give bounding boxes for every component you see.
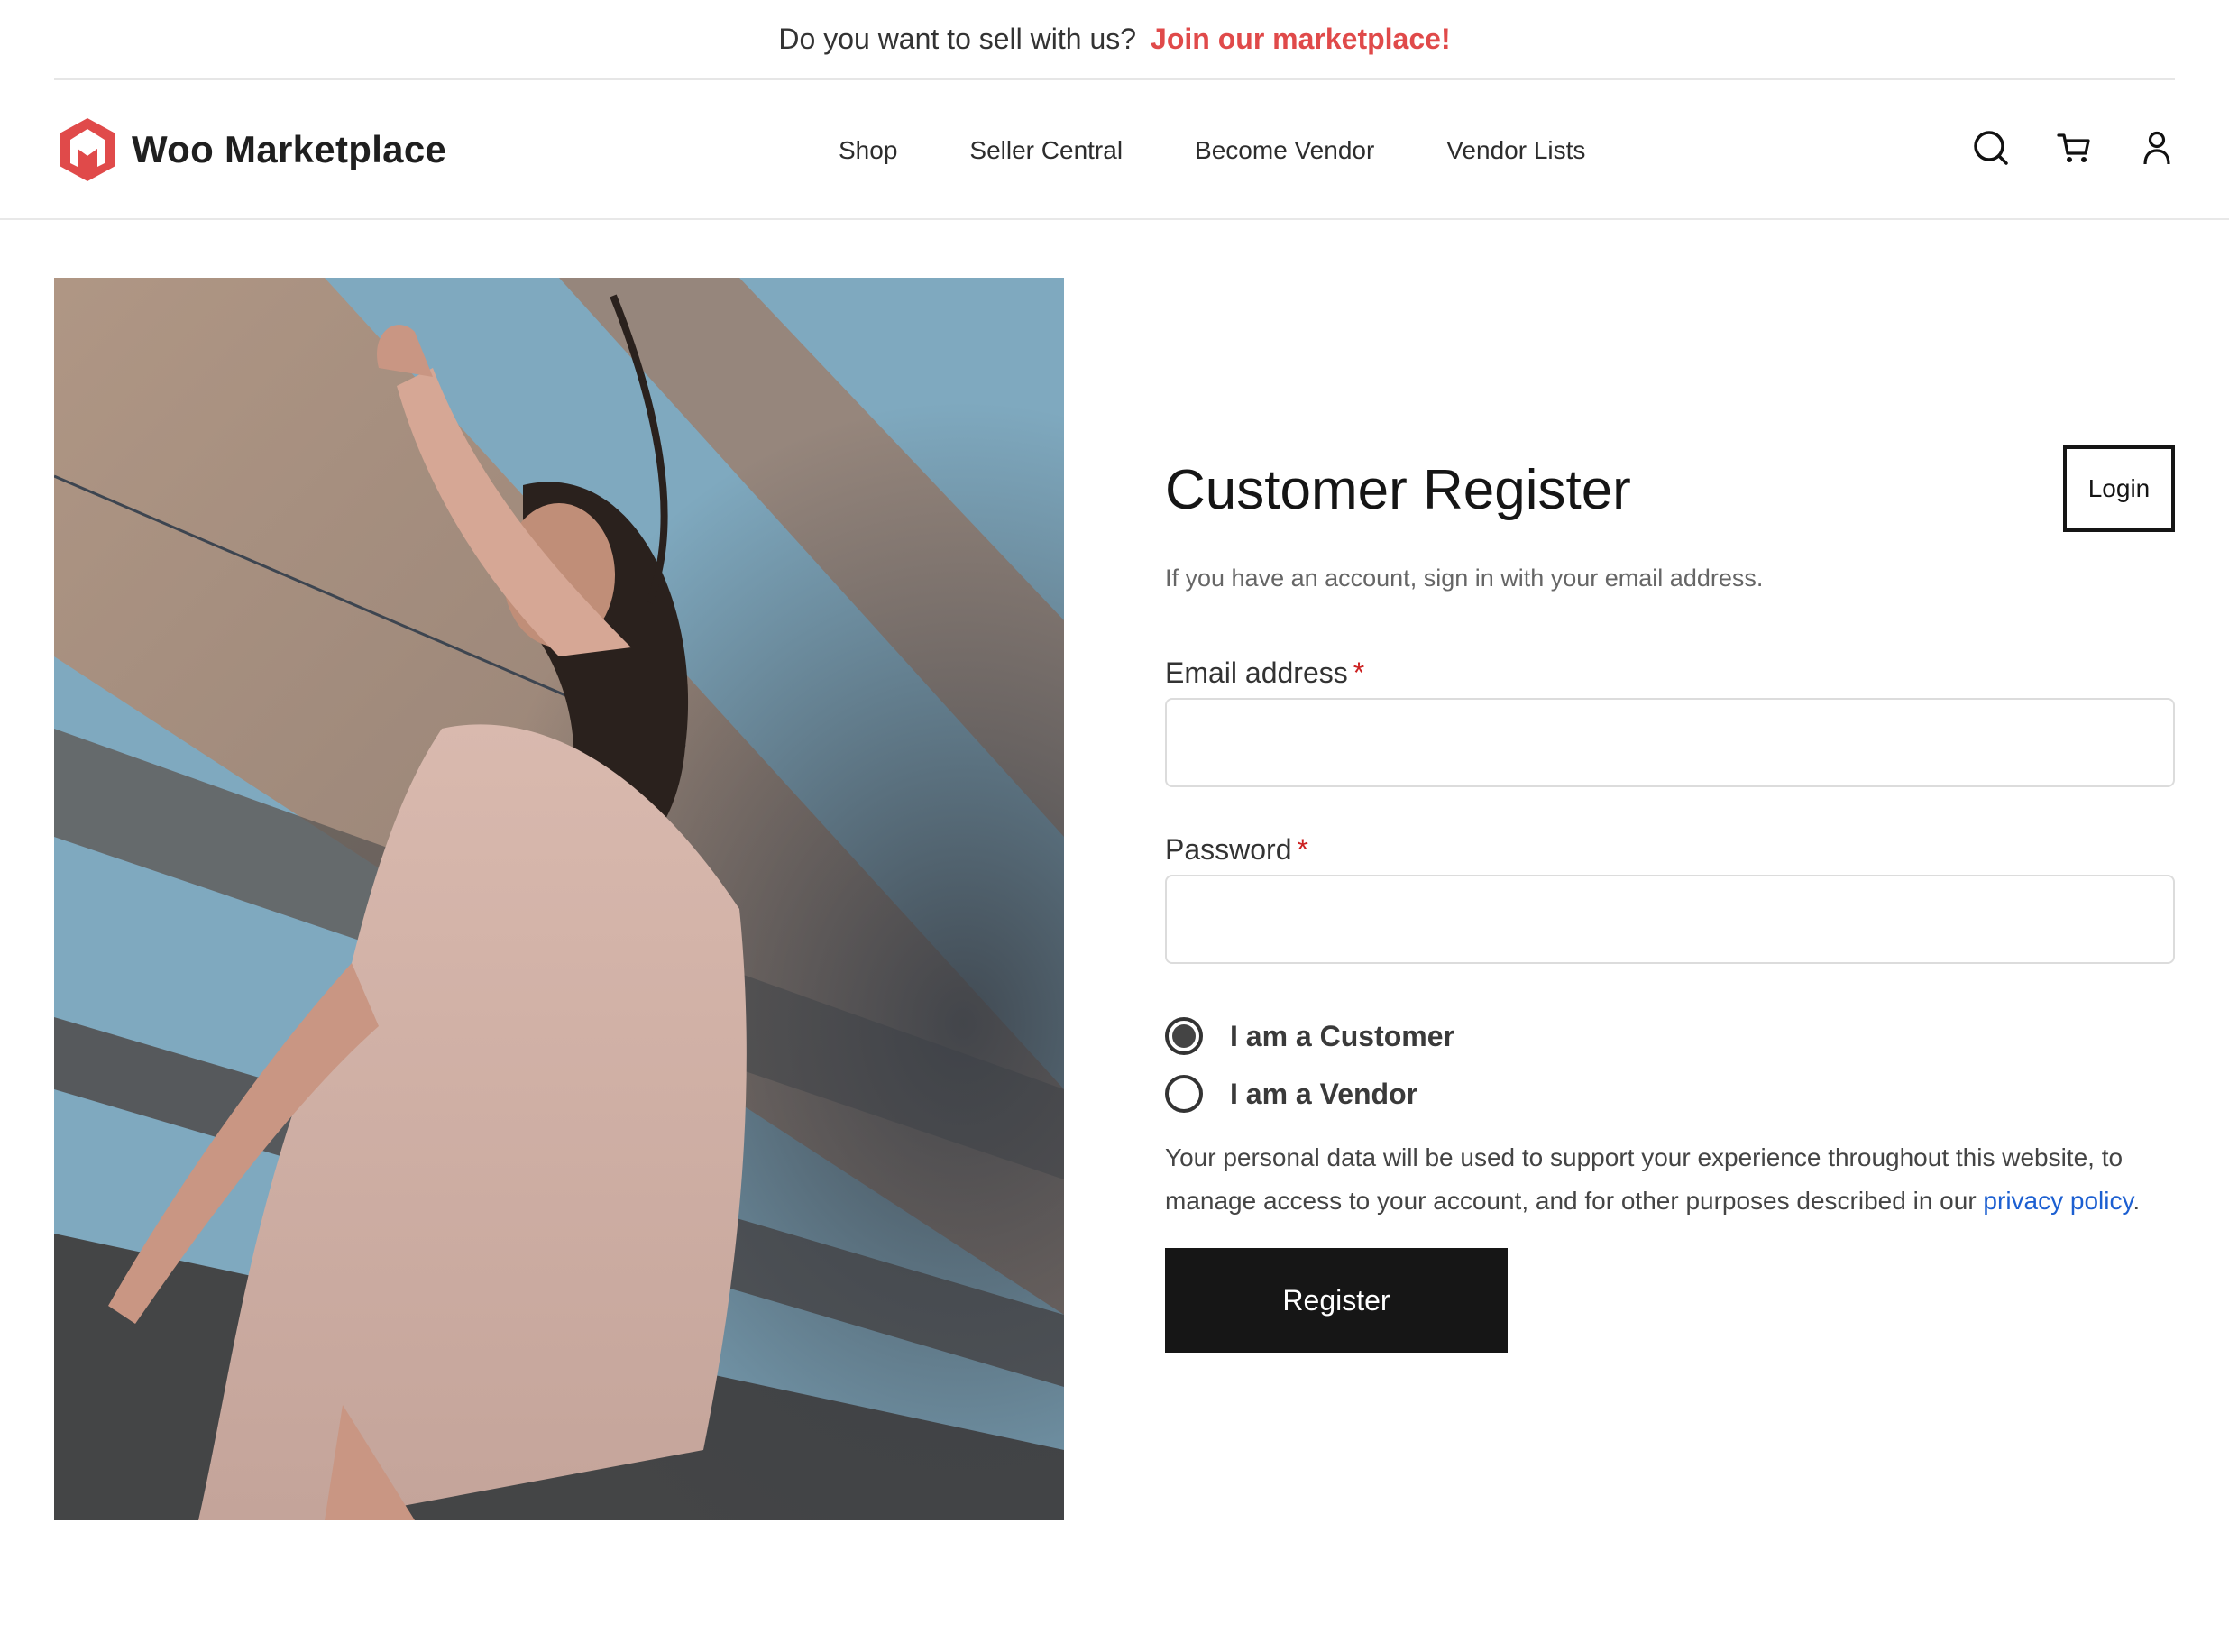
page-subtitle: If you have an account, sign in with you… [1165,564,1764,592]
nav-vendor-lists[interactable]: Vendor Lists [1446,136,1585,165]
page-title: Customer Register [1165,459,1631,521]
privacy-notice: Your personal data will be used to suppo… [1165,1136,2175,1223]
join-marketplace-link[interactable]: Join our marketplace! [1151,23,1451,56]
radio-selected-dot [1172,1024,1196,1048]
nav-shop[interactable]: Shop [839,136,897,165]
role-vendor-option[interactable]: I am a Vendor [1165,1075,1417,1113]
logo[interactable]: Woo Marketplace [58,116,446,183]
radio-vendor[interactable] [1165,1075,1203,1113]
privacy-text: Your personal data will be used to suppo… [1165,1143,2124,1215]
role-vendor-label: I am a Vendor [1230,1077,1418,1110]
nav-seller-central[interactable]: Seller Central [969,136,1123,165]
required-mark: * [1297,833,1308,866]
header-actions [1973,129,2175,167]
nav-become-vendor[interactable]: Become Vendor [1195,136,1374,165]
password-label-text: Password [1165,833,1292,866]
cart-icon[interactable] [2056,129,2092,167]
register-button[interactable]: Register [1165,1248,1508,1353]
user-icon[interactable] [2139,129,2175,167]
main-nav: Shop Seller Central Become Vendor Vendor… [839,80,1657,220]
email-label-text: Email address [1165,656,1348,689]
role-customer-label: I am a Customer [1230,1019,1454,1052]
site-header: Woo Marketplace Shop Seller Central Beco… [0,80,2229,220]
required-mark: * [1353,656,1365,689]
brand-name: Woo Marketplace [132,128,447,170]
privacy-policy-link[interactable]: privacy policy [1983,1187,2133,1215]
radio-customer[interactable] [1165,1017,1203,1055]
announcement-bar: Do you want to sell with us? Join our ma… [54,0,2175,80]
password-label: Password * [1165,833,1308,867]
password-field[interactable] [1165,875,2175,964]
email-label: Email address * [1165,656,1364,690]
privacy-end: . [2133,1187,2141,1215]
login-button[interactable]: Login [2063,445,2175,532]
announcement-text: Do you want to sell with us? [778,23,1137,55]
search-icon[interactable] [1973,129,2009,167]
logo-icon [60,118,115,181]
hero-image [54,278,1064,1520]
role-customer-option[interactable]: I am a Customer [1165,1017,1454,1055]
email-field[interactable] [1165,698,2175,787]
